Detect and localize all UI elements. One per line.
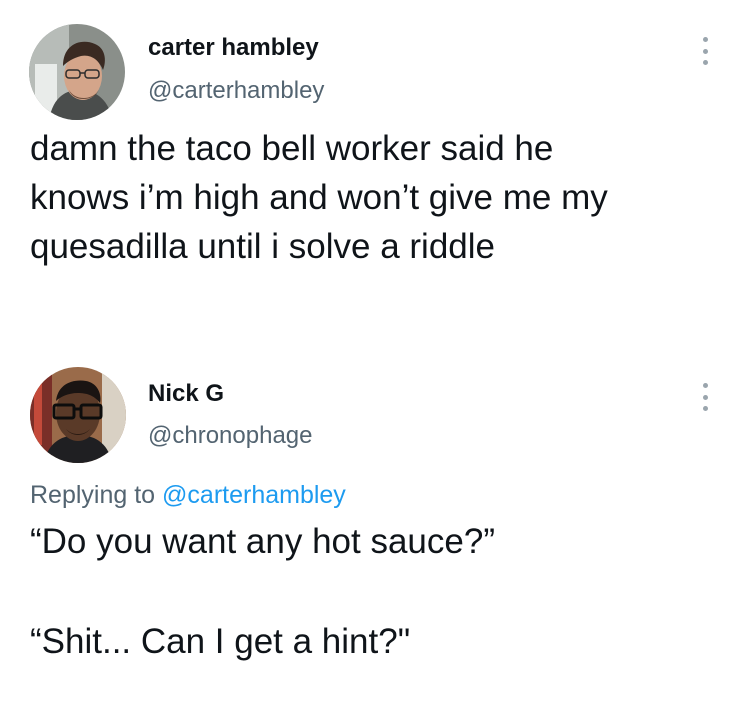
replying-to-line: Replying to @carterhambley — [30, 481, 346, 510]
display-name[interactable]: Nick G — [148, 380, 224, 408]
avatar[interactable] — [30, 367, 126, 463]
display-name[interactable]: carter hambley — [148, 34, 319, 62]
user-photo-icon — [29, 24, 125, 120]
tweet-text: damn the taco bell worker said he knows … — [30, 129, 608, 266]
user-photo-icon — [30, 367, 126, 463]
replying-to-mention-link[interactable]: @carterhambley — [162, 481, 346, 509]
avatar[interactable] — [29, 24, 125, 120]
tweet-2[interactable]: Nick G @chronophage Replying to @carterh… — [0, 355, 750, 701]
user-handle[interactable]: @chronophage — [148, 422, 312, 450]
user-handle[interactable]: @carterhambley — [148, 77, 324, 105]
more-options-icon[interactable] — [699, 37, 711, 65]
more-options-icon[interactable] — [699, 383, 711, 411]
tweet-text: “Do you want any hot sauce?” “Shit... Ca… — [30, 522, 495, 661]
tweet-1[interactable]: carter hambley @carterhambley damn the t… — [0, 0, 750, 330]
replying-to-prefix: Replying to — [30, 481, 163, 509]
